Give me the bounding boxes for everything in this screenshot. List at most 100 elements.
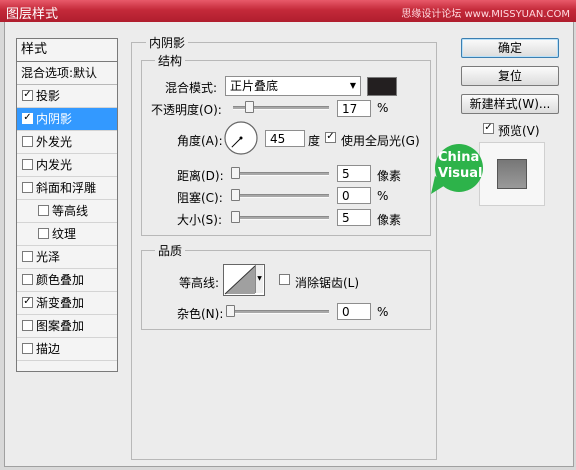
style-item[interactable]: 描边 bbox=[17, 338, 117, 361]
choke-unit: % bbox=[377, 189, 389, 203]
preview-checkbox[interactable]: ✓ bbox=[483, 123, 494, 134]
style-item[interactable]: 等高线 bbox=[17, 200, 117, 223]
style-item[interactable]: 外发光 bbox=[17, 131, 117, 154]
size-slider-thumb[interactable] bbox=[231, 211, 240, 223]
distance-slider-track[interactable] bbox=[233, 172, 329, 176]
choke-slider-track[interactable] bbox=[233, 194, 329, 198]
inner-shadow-title: 内阴影 bbox=[146, 34, 189, 51]
title-bar: 图层样式 思缘设计论坛 www.MISSYUAN.COM bbox=[0, 0, 576, 22]
angle-dial[interactable] bbox=[223, 120, 259, 156]
style-item-checkbox[interactable]: ✓ bbox=[22, 90, 33, 101]
style-item-checkbox[interactable] bbox=[22, 159, 33, 170]
style-item[interactable]: 纹理 bbox=[17, 223, 117, 246]
style-item-label: 等高线 bbox=[52, 204, 89, 218]
size-slider-track[interactable] bbox=[233, 216, 329, 220]
blend-mode-label: 混合模式: bbox=[165, 81, 218, 95]
check-icon: ✓ bbox=[23, 112, 32, 123]
style-item-label: 渐变叠加 bbox=[36, 296, 85, 310]
shadow-color-swatch[interactable] bbox=[367, 77, 397, 96]
style-item[interactable]: ✓ 投影 bbox=[17, 85, 117, 108]
style-item-label: 描边 bbox=[36, 342, 61, 356]
choke-label: 阻塞(C): bbox=[177, 191, 223, 205]
noise-input[interactable]: 0 bbox=[337, 303, 371, 320]
check-icon: ✓ bbox=[23, 296, 32, 307]
style-item[interactable]: ✓ 内阴影 bbox=[17, 108, 117, 131]
style-item-checkbox[interactable] bbox=[22, 343, 33, 354]
opacity-label: 不透明度(O): bbox=[151, 103, 222, 117]
distance-input[interactable]: 5 bbox=[337, 165, 371, 182]
choke-input[interactable]: 0 bbox=[337, 187, 371, 204]
watermark-text: 思缘设计论坛 www.MISSYUAN.COM bbox=[401, 9, 570, 20]
angle-unit: 度 bbox=[308, 134, 321, 148]
style-item[interactable]: 光泽 bbox=[17, 246, 117, 269]
noise-slider-thumb[interactable] bbox=[226, 305, 235, 317]
style-item-label: 内阴影 bbox=[36, 112, 73, 126]
distance-slider-thumb[interactable] bbox=[231, 167, 240, 179]
opacity-unit: % bbox=[377, 101, 389, 115]
styles-list: 样式 混合选项:默认 ✓ 投影 ✓ 内阴影外发光内发光斜面和浮雕等高线纹理光泽颜色叠加… bbox=[16, 38, 118, 372]
noise-unit: % bbox=[377, 305, 389, 319]
style-item-label: 斜面和浮雕 bbox=[36, 181, 97, 195]
blend-mode-select[interactable]: 正片叠底 ▼ bbox=[225, 76, 361, 96]
style-item-checkbox[interactable] bbox=[22, 182, 33, 193]
style-item[interactable]: 内发光 bbox=[17, 154, 117, 177]
noise-label: 杂色(N): bbox=[177, 307, 224, 321]
anti-alias-checkbox[interactable] bbox=[279, 274, 290, 285]
dialog-body: 样式 混合选项:默认 ✓ 投影 ✓ 内阴影外发光内发光斜面和浮雕等高线纹理光泽颜色叠加… bbox=[4, 22, 574, 467]
style-item[interactable]: 斜面和浮雕 bbox=[17, 177, 117, 200]
use-global-light-checkbox[interactable]: ✓ bbox=[325, 132, 336, 143]
contour-dropdown-icon[interactable]: ▼ bbox=[255, 265, 263, 293]
logo-text-line1: China bbox=[438, 150, 480, 165]
chevron-down-icon: ▼ bbox=[349, 81, 356, 90]
choke-slider-thumb[interactable] bbox=[231, 189, 240, 201]
ok-button[interactable]: 确定 bbox=[461, 38, 559, 58]
opacity-input[interactable]: 17 bbox=[337, 100, 371, 117]
anti-alias-label: 消除锯齿(L) bbox=[295, 276, 360, 290]
style-items-container: ✓ 投影 ✓ 内阴影外发光内发光斜面和浮雕等高线纹理光泽颜色叠加 ✓ 渐变叠加图案叠加描边 bbox=[17, 85, 117, 361]
angle-input[interactable]: 45 bbox=[265, 130, 305, 147]
style-item-checkbox[interactable] bbox=[22, 274, 33, 285]
chinavisual-logo: China Visual bbox=[429, 142, 489, 202]
blend-mode-value: 正片叠底 bbox=[230, 79, 279, 93]
logo-text-line2: Visual bbox=[438, 166, 483, 181]
styles-header[interactable]: 样式 bbox=[17, 39, 117, 62]
preview-swatch bbox=[497, 159, 527, 189]
check-icon: ✓ bbox=[484, 122, 493, 133]
angle-label: 角度(A): bbox=[177, 134, 223, 148]
quality-title: 品质 bbox=[155, 242, 186, 259]
style-item-checkbox[interactable] bbox=[38, 228, 49, 239]
noise-slider-track[interactable] bbox=[233, 310, 329, 314]
distance-unit: 像素 bbox=[377, 169, 402, 183]
style-item-label: 投影 bbox=[36, 89, 61, 103]
check-icon: ✓ bbox=[326, 131, 335, 142]
style-item-label: 内发光 bbox=[36, 158, 73, 172]
style-item-label: 纹理 bbox=[52, 227, 77, 241]
style-item-checkbox[interactable] bbox=[22, 320, 33, 331]
reset-button[interactable]: 复位 bbox=[461, 66, 559, 86]
structure-title: 结构 bbox=[155, 52, 186, 69]
preview-label: 预览(V) bbox=[498, 124, 540, 138]
check-icon: ✓ bbox=[23, 89, 32, 100]
contour-picker[interactable]: ▼ bbox=[223, 264, 265, 296]
size-input[interactable]: 5 bbox=[337, 209, 371, 226]
blend-options-item[interactable]: 混合选项:默认 bbox=[17, 62, 117, 85]
use-global-light-label: 使用全局光(G) bbox=[341, 134, 420, 148]
size-unit: 像素 bbox=[377, 213, 402, 227]
style-item[interactable]: ✓ 渐变叠加 bbox=[17, 292, 117, 315]
style-item-checkbox[interactable] bbox=[38, 205, 49, 216]
opacity-slider-thumb[interactable] bbox=[245, 101, 255, 113]
distance-label: 距离(D): bbox=[177, 169, 224, 183]
style-item[interactable]: 图案叠加 bbox=[17, 315, 117, 338]
style-item-checkbox[interactable]: ✓ bbox=[22, 297, 33, 308]
style-item[interactable]: 颜色叠加 bbox=[17, 269, 117, 292]
style-item-label: 外发光 bbox=[36, 135, 73, 149]
size-label: 大小(S): bbox=[177, 213, 223, 227]
new-style-button[interactable]: 新建样式(W)... bbox=[461, 94, 559, 114]
style-item-label: 光泽 bbox=[36, 250, 61, 264]
style-item-label: 图案叠加 bbox=[36, 319, 85, 333]
contour-preview-icon bbox=[224, 265, 256, 295]
style-item-checkbox[interactable] bbox=[22, 251, 33, 262]
contour-label: 等高线: bbox=[179, 276, 220, 290]
style-item-checkbox[interactable]: ✓ bbox=[22, 113, 33, 124]
style-item-checkbox[interactable] bbox=[22, 136, 33, 147]
